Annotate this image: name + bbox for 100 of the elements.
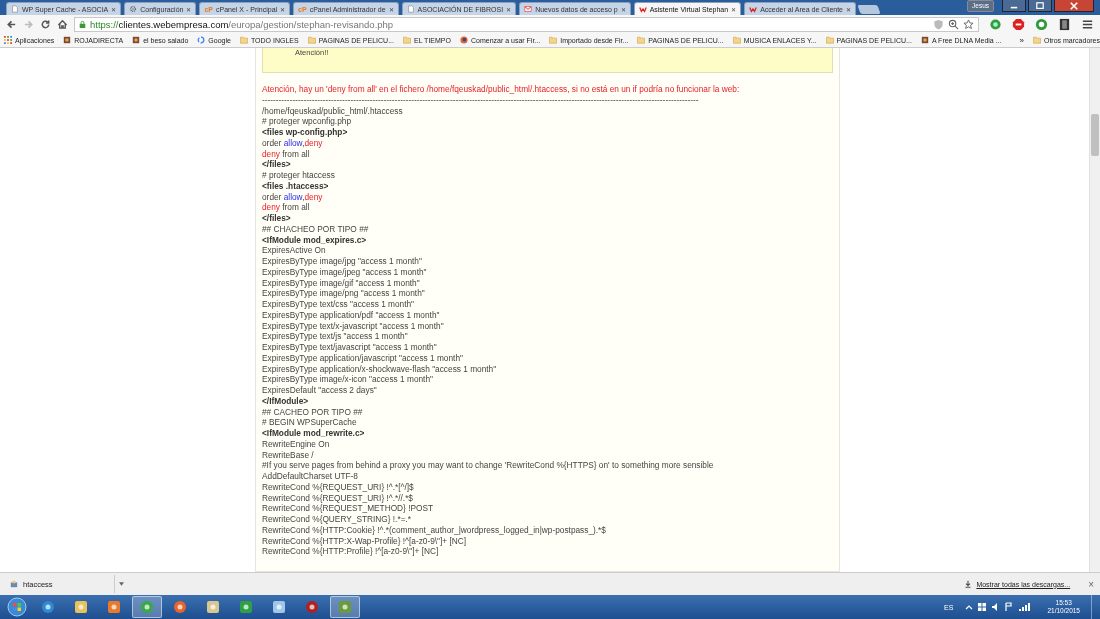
lock-icon bbox=[79, 19, 86, 29]
firefox-icon bbox=[459, 36, 468, 44]
code-line: deny from all bbox=[262, 148, 311, 160]
code-line: ExpiresByType application/javascript "access 1 month" bbox=[262, 352, 464, 364]
zoom-icon[interactable] bbox=[948, 18, 959, 30]
gear-icon bbox=[129, 5, 138, 13]
code-line: /home/fqeuskad/public_html/.htaccess bbox=[262, 105, 404, 117]
folder-icon bbox=[825, 36, 834, 44]
menu-icon[interactable] bbox=[1081, 17, 1094, 31]
site-icon bbox=[132, 36, 141, 44]
code-line: RewriteBase / bbox=[262, 449, 315, 461]
code-line: ExpiresByType text/css "access 1 month" bbox=[262, 299, 416, 310]
code-line: ExpiresByType application/x-shockwave-flash "access 1 month" bbox=[262, 363, 498, 375]
star-icon[interactable] bbox=[963, 18, 974, 30]
code-line: AddDefaultCharset UTF-8 bbox=[262, 471, 359, 482]
scrollbar[interactable] bbox=[1089, 48, 1100, 572]
folder-icon bbox=[637, 36, 646, 44]
folder-icon bbox=[732, 36, 741, 44]
file-icon bbox=[10, 580, 18, 588]
address-bar[interactable]: https://clientes.webempresa.com/europa/gestion/stephan-revisando.php bbox=[74, 16, 979, 32]
brand-icon bbox=[638, 5, 647, 13]
code-line: # proteger htaccess bbox=[262, 170, 336, 181]
folder-icon bbox=[1033, 36, 1041, 44]
code-line: RewriteEngine On bbox=[262, 438, 331, 450]
start-button[interactable] bbox=[4, 597, 30, 617]
code-line: # proteger wpconfig.php bbox=[262, 116, 353, 127]
code-line: <files wp-config.php> bbox=[262, 127, 349, 138]
code-line: RewriteCond %{REQUEST_URI} !^.*//.*$ bbox=[262, 492, 414, 504]
code-line: ExpiresByType application/pdf "access 1 month" bbox=[262, 309, 441, 321]
code-line: </files> bbox=[262, 159, 292, 170]
page-icon bbox=[11, 5, 19, 13]
code-line: </files> bbox=[262, 213, 292, 224]
download-menu-button[interactable] bbox=[119, 582, 125, 586]
code-line: ExpiresByType text/javascript "access 1 month" bbox=[262, 342, 438, 353]
app-icon bbox=[73, 599, 89, 615]
windows-logo-icon bbox=[7, 597, 27, 617]
app-icon bbox=[172, 599, 188, 615]
code-line: ExpiresByType text/js "access 1 month" bbox=[262, 331, 409, 342]
close-button[interactable]: × bbox=[1088, 578, 1094, 590]
extension-icon[interactable] bbox=[989, 17, 1002, 31]
code-line: RewriteCond %{HTTP:Cookie} !^.*(comment_author_|wordpress_logged_in|wp-postpass_).*$ bbox=[262, 524, 607, 536]
folder-icon bbox=[307, 36, 316, 44]
code-line: </IfModule> bbox=[262, 395, 310, 407]
app-icon bbox=[337, 599, 353, 615]
app-icon bbox=[304, 599, 320, 615]
google-icon bbox=[197, 36, 206, 44]
code-line: ExpiresByType image/x-icon "access 1 month" bbox=[262, 374, 434, 385]
close-icon bbox=[1070, 1, 1078, 10]
code-line: RewriteCond %{HTTP:X-Wap-Profile} !^[a-z0-9\"]+ [NC] bbox=[262, 535, 468, 547]
adblock-icon[interactable] bbox=[1012, 17, 1025, 31]
maximize-button[interactable] bbox=[1028, 0, 1052, 12]
code-line: RewriteCond %{QUERY_STRING} !.*=.* bbox=[262, 514, 413, 525]
code-line: ExpiresByType image/gif "access 1 month" bbox=[262, 277, 421, 289]
code-line: ExpiresByType image/jpeg "access 1 month" bbox=[262, 266, 428, 278]
film-icon[interactable] bbox=[1058, 17, 1071, 31]
code-line: <IfModule mod_expires.c> bbox=[262, 234, 368, 246]
site-icon bbox=[63, 36, 72, 44]
folder-icon bbox=[403, 36, 411, 44]
code-line: order allow,deny bbox=[262, 191, 324, 203]
taskbar-app[interactable] bbox=[132, 596, 162, 618]
back-icon[interactable] bbox=[6, 18, 17, 30]
code-line: RewriteCond %{HTTP:Profile} !^[a-z0-9\"]+ [NC] bbox=[262, 546, 440, 557]
code-line: RewriteCond %{REQUEST_URI} !^.*[^/]$ bbox=[262, 481, 415, 493]
close-button[interactable] bbox=[1054, 0, 1094, 12]
reload-icon[interactable] bbox=[40, 18, 51, 30]
code-line: deny from all bbox=[262, 202, 311, 213]
code-line: # BEGIN WPSuperCache bbox=[262, 417, 358, 428]
brand-icon bbox=[749, 5, 758, 13]
maximize-icon bbox=[1036, 1, 1044, 10]
minimize-button[interactable] bbox=[1002, 0, 1026, 12]
envelope-icon bbox=[524, 5, 533, 13]
warning-text: Atención, hay un 'deny from all' en el fichero /home/fqeuskad/public_html/.htaccess, si no está en un if podría no funcionar la web: bbox=[262, 84, 741, 95]
folder-icon bbox=[239, 36, 248, 44]
app-icon bbox=[106, 599, 122, 615]
code-line: -------------------------------------------------------------------------------------------------------------------------------------------------------------- bbox=[262, 94, 700, 106]
folder-icon bbox=[549, 36, 558, 44]
taskbar-app[interactable] bbox=[330, 596, 360, 618]
site-icon bbox=[920, 36, 929, 44]
apps-grid-icon bbox=[4, 36, 12, 44]
extension-icon[interactable] bbox=[1035, 17, 1048, 31]
code-line: ## CHACHEO POR TIPO ## bbox=[262, 223, 370, 235]
app-icon bbox=[40, 599, 56, 615]
code-line: #If you serve pages from behind a proxy you may want to change 'RewriteCond %{HTTPS} on' to something more sensible bbox=[262, 460, 715, 471]
app-icon bbox=[271, 599, 287, 615]
download-icon bbox=[964, 580, 973, 588]
code-line: ExpiresByType image/jpg "access 1 month" bbox=[262, 256, 423, 267]
code-line: <files .htaccess> bbox=[262, 180, 330, 192]
scroll-thumb[interactable] bbox=[1091, 114, 1099, 156]
code-line: ExpiresDefault "access 2 days" bbox=[262, 385, 378, 396]
new-tab-button[interactable] bbox=[857, 5, 881, 14]
code-line: ExpiresByType image/png "access 1 month" bbox=[262, 288, 426, 299]
code-line: <IfModule mod_rewrite.c> bbox=[262, 428, 366, 439]
app-icon bbox=[238, 599, 254, 615]
code-line: RewriteCond %{REQUEST_METHOD} !POST bbox=[262, 503, 435, 514]
code-line: ExpiresByType text/x-javascript "access 1 month" bbox=[262, 320, 445, 332]
code-line: order allow,deny bbox=[262, 137, 324, 149]
more-bookmarks[interactable]: » bbox=[1019, 35, 1024, 45]
home-icon[interactable] bbox=[57, 18, 68, 30]
code-line: ## CACHEO POR TIPO ## bbox=[262, 406, 364, 418]
app-icon bbox=[139, 599, 155, 615]
